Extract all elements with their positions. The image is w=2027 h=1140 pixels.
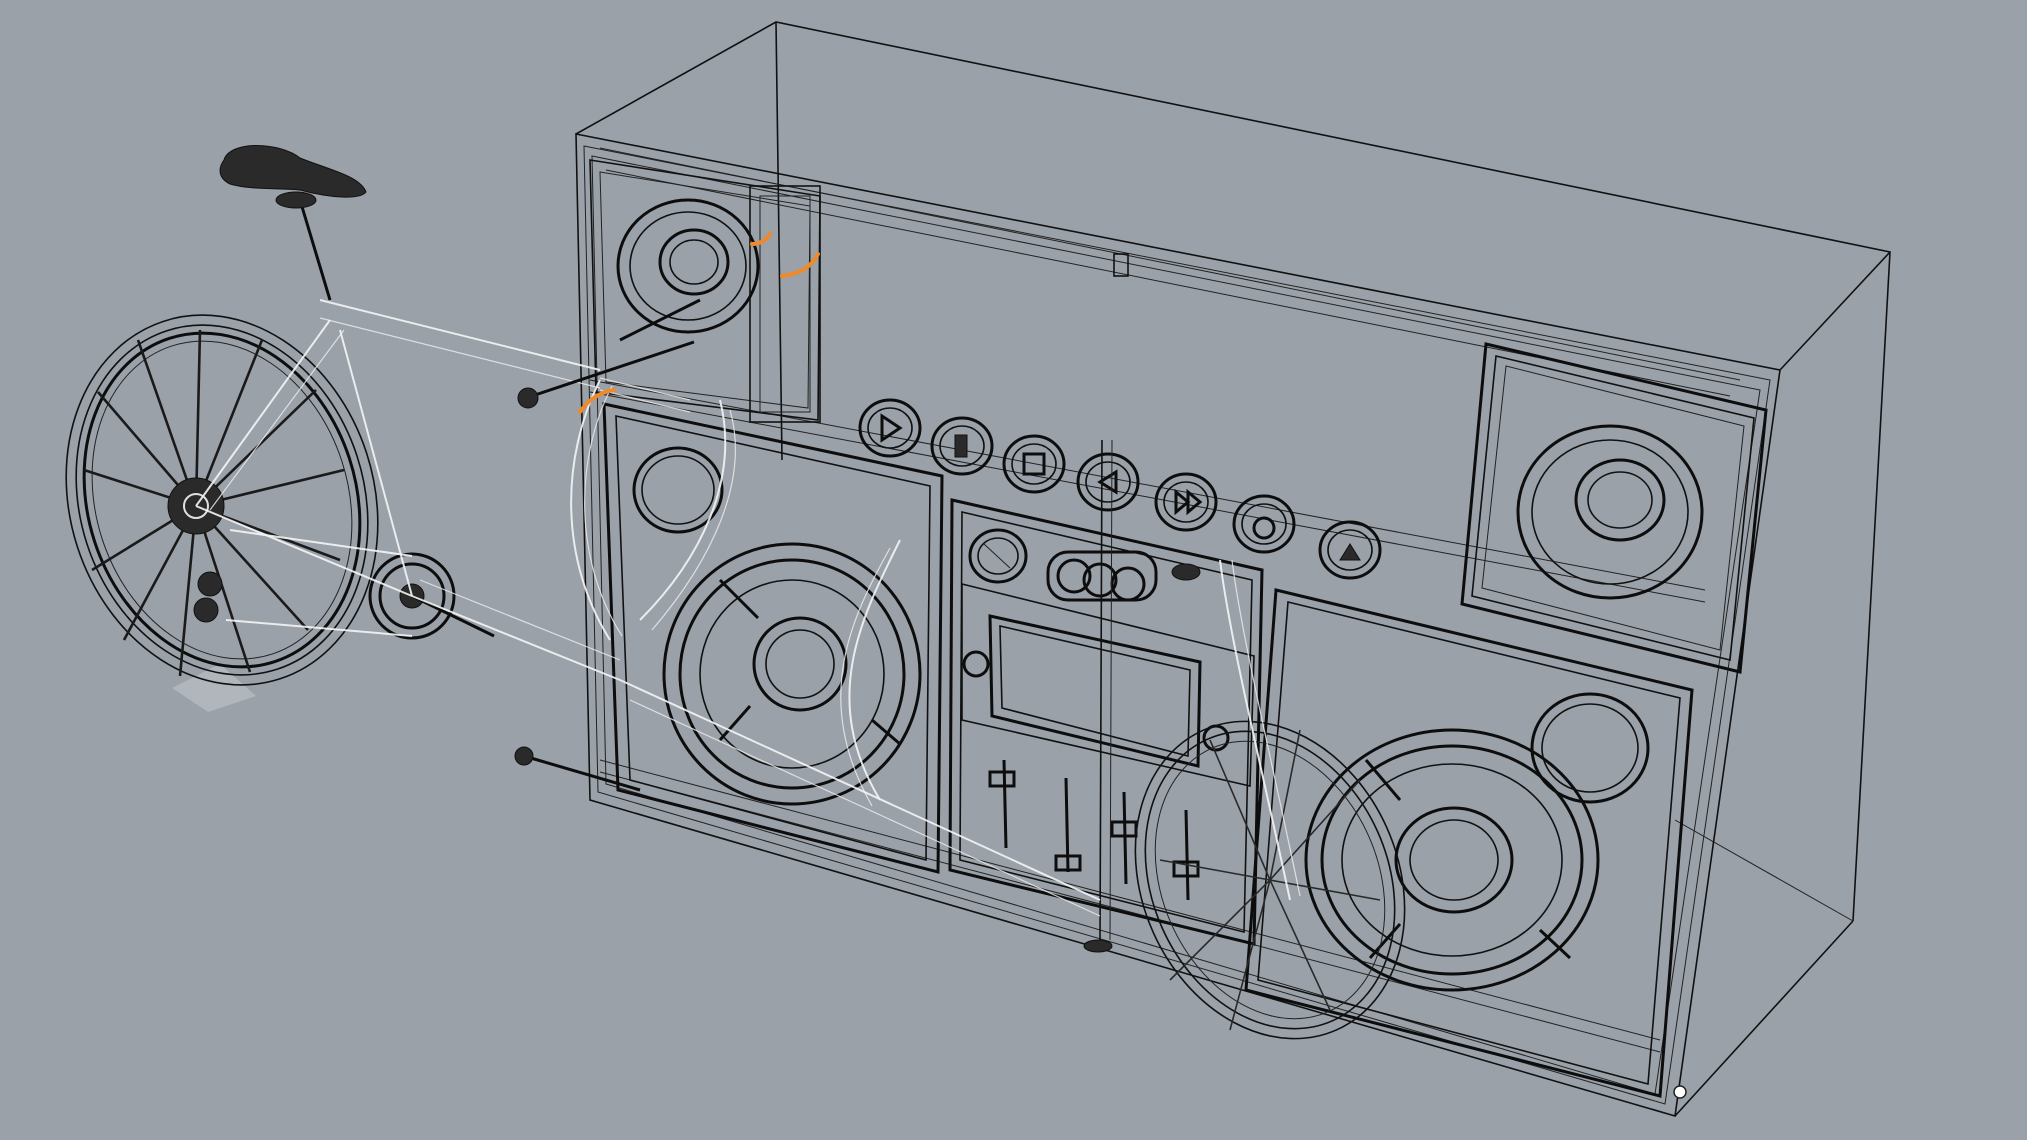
scene-canvas[interactable] [0, 0, 2027, 1140]
record-button[interactable] [1232, 494, 1296, 554]
fast-forward-icon [1174, 488, 1191, 516]
woofer-right [1244, 588, 1694, 1098]
boombox-model[interactable] [575, 133, 1781, 1118]
eject-button[interactable] [1318, 520, 1382, 580]
bike-seat [219, 145, 367, 301]
rear-wheel [65, 314, 379, 686]
record-icon [1252, 516, 1276, 540]
fast-forward-button[interactable] [1154, 472, 1218, 532]
play-button[interactable] [858, 398, 922, 458]
woofer-left [602, 402, 944, 874]
gumball-pivot[interactable] [1673, 1085, 1687, 1099]
slider-faders[interactable] [988, 759, 1200, 901]
fader-knob-1[interactable] [988, 770, 1016, 788]
eject-icon [1339, 543, 1361, 561]
perspective-viewport[interactable] [0, 0, 2027, 1140]
tweeter-right [1460, 342, 1768, 674]
tweeter-left [589, 159, 821, 423]
cassette-display [961, 582, 1255, 787]
pause-icon [954, 434, 968, 458]
bike-frame [195, 299, 1101, 917]
drivetrain [193, 529, 495, 640]
